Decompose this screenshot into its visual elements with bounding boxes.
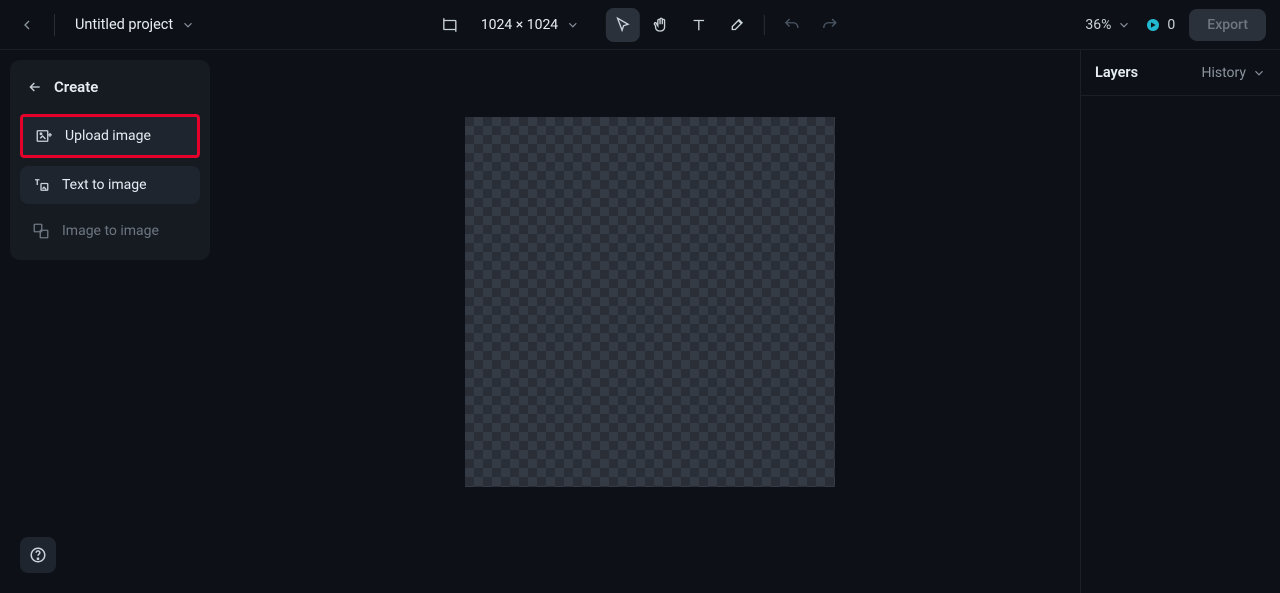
zoom-label: 36% [1085,17,1111,33]
upload-image-label: Upload image [65,128,151,144]
canvas-area[interactable] [220,50,1080,593]
chevron-left-icon [19,17,35,33]
tool-group [606,8,847,42]
help-button[interactable] [20,537,56,573]
credits-icon [1145,17,1161,33]
undo-button[interactable] [775,8,809,42]
export-button[interactable]: Export [1189,9,1266,41]
credits-value: 0 [1167,17,1175,33]
brush-icon [728,16,746,34]
aspect-icon [441,16,459,34]
top-bar: Untitled project 1024 × 1024 [0,0,1280,50]
cursor-icon [614,16,632,34]
layers-title: Layers [1095,64,1138,81]
project-name-label: Untitled project [75,16,173,33]
redo-icon [821,16,839,34]
create-panel: Create Upload image Text to image Image … [10,60,210,260]
chevron-down-icon [1117,18,1131,32]
image-to-image-button: Image to image [20,212,200,250]
text-to-image-label: Text to image [62,177,147,193]
image-to-image-icon [32,222,50,240]
dimensions-label: 1024 × 1024 [481,17,558,33]
undo-icon [783,16,801,34]
panel-header[interactable]: Create [20,70,200,106]
pan-tool[interactable] [644,8,678,42]
redo-button[interactable] [813,8,847,42]
select-tool[interactable] [606,8,640,42]
chevron-down-icon [181,18,195,32]
back-button[interactable] [14,12,40,38]
project-name-dropdown[interactable]: Untitled project [69,12,201,37]
top-bar-right: 36% 0 Export [1085,9,1266,41]
history-label: History [1201,65,1246,81]
text-to-image-icon [32,176,50,194]
text-tool[interactable] [682,8,716,42]
history-dropdown[interactable]: History [1201,65,1266,81]
hand-icon [652,16,670,34]
chevron-down-icon [566,18,580,32]
text-to-image-button[interactable]: Text to image [20,166,200,204]
panel-back-icon [26,79,44,95]
image-to-image-label: Image to image [62,223,159,239]
top-bar-center: 1024 × 1024 [433,8,847,42]
zoom-dropdown[interactable]: 36% [1085,17,1131,33]
text-icon [690,16,708,34]
separator [764,15,765,35]
upload-image-icon [35,127,53,145]
brush-tool[interactable] [720,8,754,42]
layers-panel-header: Layers History [1081,50,1280,96]
divider [54,14,55,36]
upload-image-button[interactable]: Upload image [20,114,200,158]
top-bar-left: Untitled project [14,12,201,38]
export-label: Export [1207,17,1248,33]
crop-aspect-button[interactable] [433,8,467,42]
panel-title: Create [54,78,98,96]
layers-panel: Layers History [1080,50,1280,593]
canvas-checkerboard[interactable] [465,117,835,487]
chevron-down-icon [1252,66,1266,80]
help-icon [29,546,47,564]
canvas-dimensions-dropdown[interactable]: 1024 × 1024 [473,13,588,37]
credits-display[interactable]: 0 [1145,17,1175,33]
